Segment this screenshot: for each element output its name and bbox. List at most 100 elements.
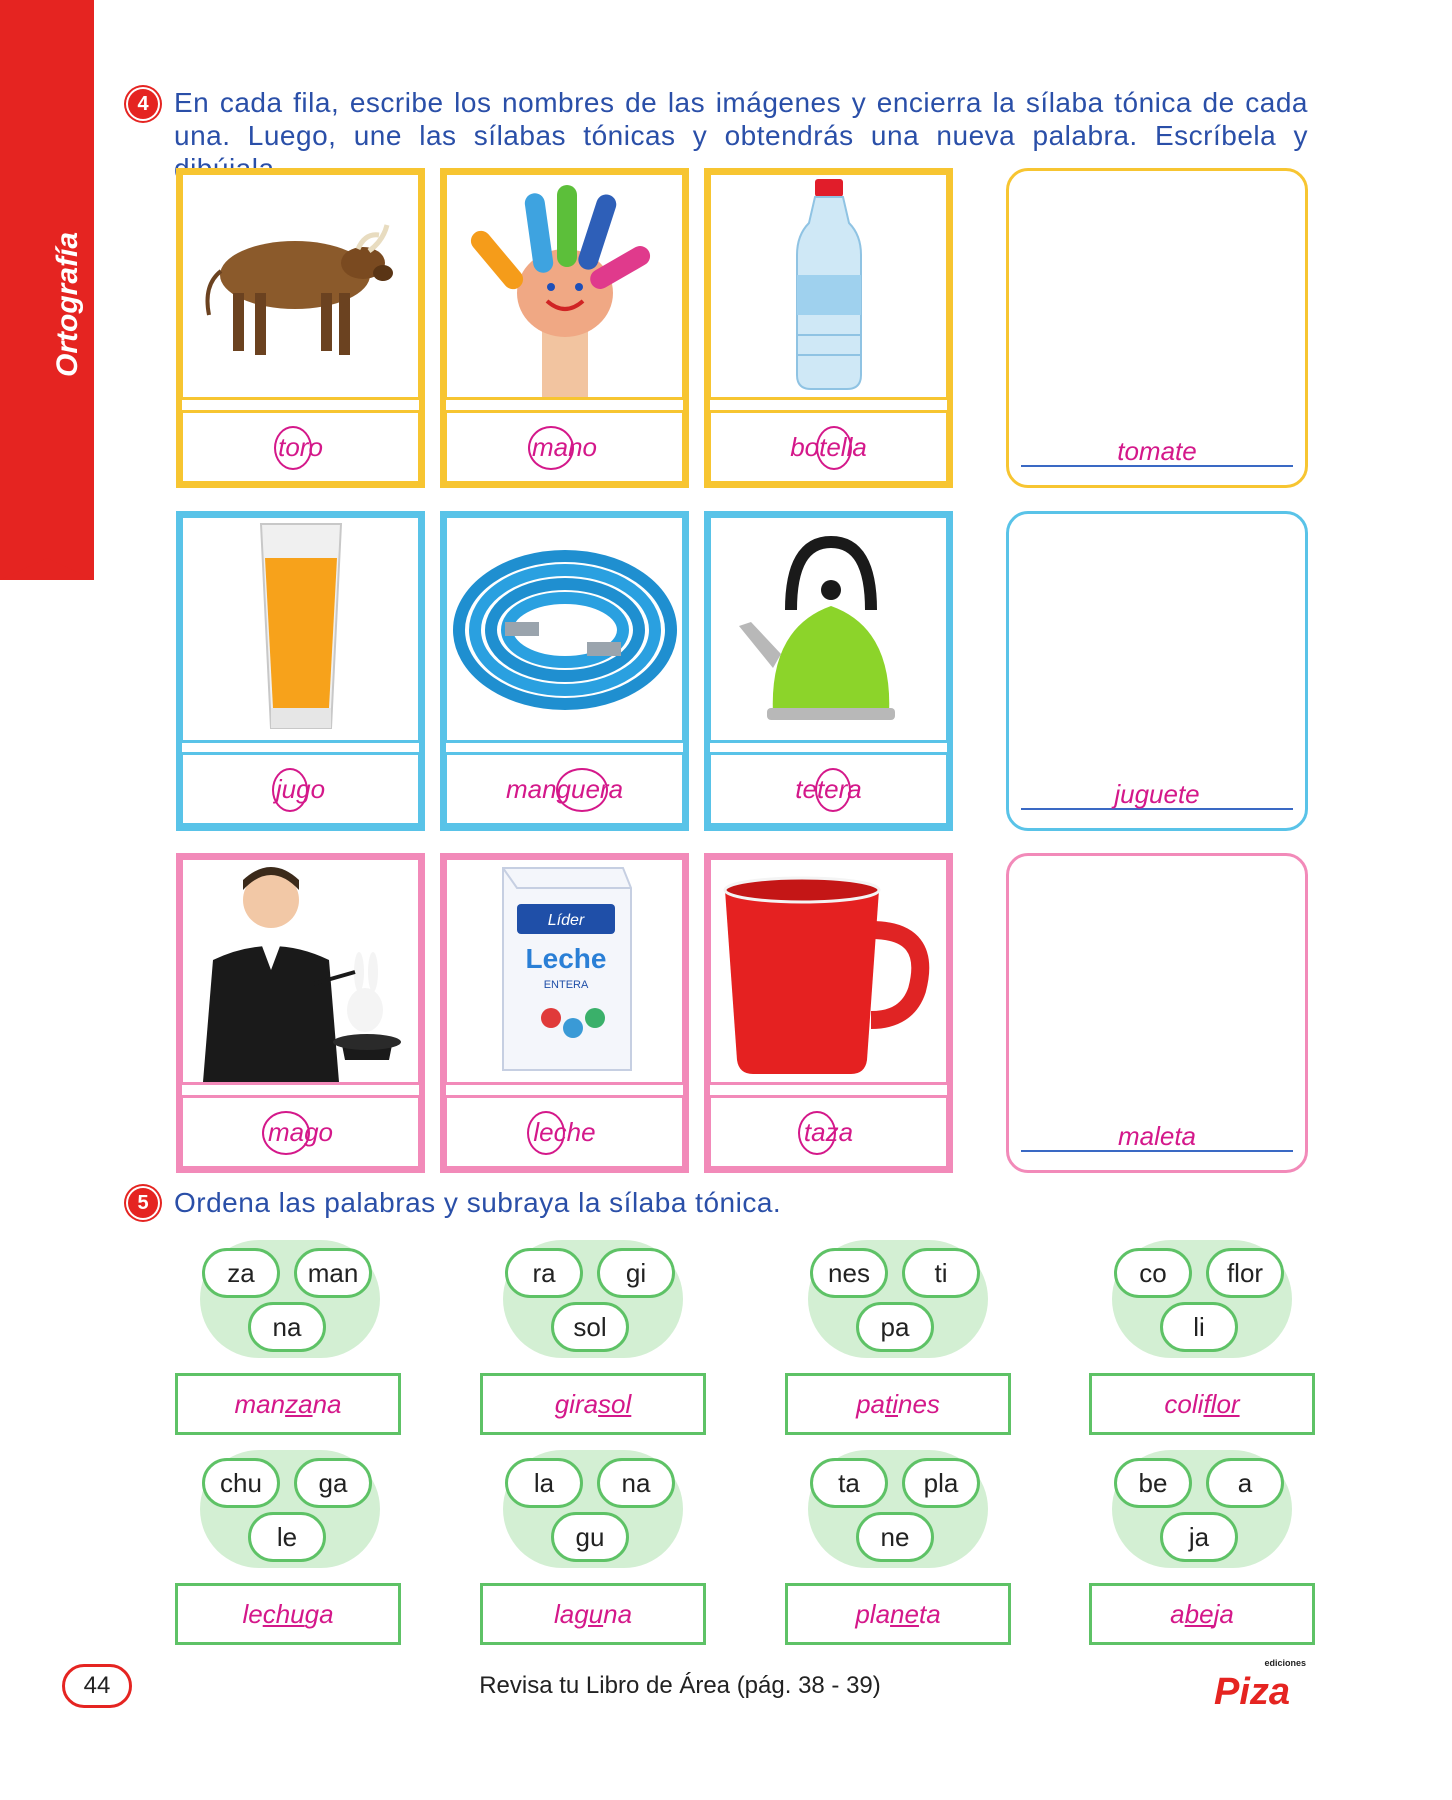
water-bottle-icon — [796, 179, 862, 390]
tonic-underline: gu — [574, 1598, 604, 1629]
syllable-cloud: gi — [597, 1248, 675, 1298]
word-box[interactable]: botella — [708, 410, 949, 484]
answer-box[interactable]: le chu ga — [175, 1583, 401, 1645]
word-box[interactable]: toro — [180, 410, 421, 484]
milk-label: Leche — [526, 943, 607, 974]
tonic-circle — [815, 767, 852, 812]
tonic-underline: sol — [598, 1388, 632, 1419]
new-word-answer: juguete — [1114, 779, 1200, 809]
side-tab-notch — [0, 540, 94, 580]
word-manguera: manguera — [506, 767, 623, 812]
syllable-cloud: be — [1114, 1458, 1192, 1508]
answer-box[interactable]: man za na — [175, 1373, 401, 1435]
answer-box[interactable]: a be ja — [1089, 1583, 1315, 1645]
syllable-cloud: na — [248, 1302, 326, 1352]
red-mug-icon — [723, 876, 930, 1074]
answer-box[interactable]: la gu na — [480, 1583, 706, 1645]
word-box[interactable]: taza — [708, 1095, 949, 1169]
syllable-cloud: gu — [551, 1512, 629, 1562]
word-box[interactable]: mano — [444, 410, 685, 484]
tonic-underline: ne — [890, 1598, 919, 1629]
word-toro: toro — [274, 425, 323, 470]
word-tetera: tetera — [795, 767, 862, 812]
logo-tagline: ediciones — [1264, 1658, 1306, 1668]
logo-wordmark: Piza — [1214, 1671, 1290, 1713]
syllable-cloud: li — [1160, 1302, 1238, 1352]
painted-hand-icon — [470, 185, 651, 397]
tonic-circle — [527, 1110, 566, 1155]
drawing-area[interactable]: juguete — [1006, 511, 1308, 831]
tonic-underline: ti — [885, 1388, 898, 1419]
syllable-cloud: ne — [856, 1512, 934, 1562]
syllable-cloud: le — [248, 1512, 326, 1562]
word-box[interactable]: jugo — [180, 752, 421, 826]
syllable-cloud: pla — [902, 1458, 980, 1508]
book-reference: Revisa tu Libro de Área (pág. 38 - 39) — [479, 1672, 881, 1699]
section-label: Ortografía — [51, 231, 84, 377]
drawing-area[interactable]: tomate — [1006, 168, 1308, 488]
syllable-cloud: la — [505, 1458, 583, 1508]
milk-sub: ENTERA — [544, 979, 589, 991]
tonic-circle — [261, 1110, 310, 1155]
hose-picture — [444, 515, 685, 743]
new-word-answer: maleta — [1117, 1121, 1197, 1151]
bull-picture — [180, 172, 421, 400]
milk-picture: Líder Leche ENTERA — [444, 857, 685, 1085]
tonic-circle — [274, 425, 313, 470]
tonic-underline: za — [285, 1388, 313, 1419]
magician-picture — [180, 857, 421, 1085]
exercise-5-number: 5 — [128, 1188, 158, 1218]
syllable-cloud: nes — [810, 1248, 888, 1298]
hand-picture — [444, 172, 685, 400]
page-number: 44 — [62, 1664, 132, 1708]
answer-box[interactable]: pa ti nes — [785, 1373, 1011, 1435]
syllable-cloud: sol — [551, 1302, 629, 1352]
word-botella: botella — [790, 425, 867, 470]
juice-glass-icon — [259, 523, 343, 729]
new-word-answer: tomate — [1117, 436, 1197, 466]
exercise-5-instruction: Ordena las palabras y subraya la sílaba … — [174, 1187, 782, 1218]
word-box[interactable]: leche — [444, 1095, 685, 1169]
answer-box[interactable]: coli flor — [1089, 1373, 1315, 1435]
word-box[interactable]: manguera — [444, 752, 685, 826]
tonic-circle — [816, 425, 853, 470]
bottle-picture — [708, 172, 949, 400]
answer-box[interactable]: pla ne ta — [785, 1583, 1011, 1645]
syllable-cloud: man — [294, 1248, 372, 1298]
word-box[interactable]: mago — [180, 1095, 421, 1169]
syllable-cloud: chu — [202, 1458, 280, 1508]
word-jugo: jugo — [271, 767, 325, 812]
answer-box[interactable]: gira sol — [480, 1373, 706, 1435]
syllable-cloud: ga — [294, 1458, 372, 1508]
word-mano: mano — [527, 425, 597, 470]
syllable-cloud: a — [1206, 1458, 1284, 1508]
bull-icon — [205, 224, 393, 355]
tonic-underline: be — [1184, 1598, 1214, 1629]
milk-carton-icon: Líder Leche ENTERA — [502, 867, 632, 1071]
syllable-cloud: flor — [1206, 1248, 1284, 1298]
mug-picture — [708, 857, 949, 1085]
tonic-circle — [527, 425, 574, 470]
juice-picture — [180, 515, 421, 743]
kettle-picture — [708, 515, 949, 743]
word-leche: leche — [527, 1110, 596, 1155]
milk-brand: Líder — [548, 912, 585, 929]
publisher-logo: ediciones Piza — [1214, 1658, 1306, 1713]
word-box[interactable]: tetera — [708, 752, 949, 826]
kettle-icon — [739, 535, 895, 720]
hose-icon — [453, 550, 677, 710]
tonic-circle — [271, 767, 308, 812]
syllable-cloud: ra — [505, 1248, 583, 1298]
exercise-4-number: 4 — [128, 89, 158, 119]
tonic-underline: chu — [262, 1598, 305, 1629]
drawing-area[interactable]: maleta — [1006, 853, 1308, 1173]
magician-icon — [203, 867, 401, 1082]
tonic-underline: flor — [1203, 1388, 1240, 1419]
syllable-cloud: na — [597, 1458, 675, 1508]
syllable-cloud: pa — [856, 1302, 934, 1352]
syllable-cloud: ja — [1160, 1512, 1238, 1562]
tonic-circle — [797, 1110, 836, 1155]
tonic-circle — [555, 767, 608, 812]
syllable-cloud: za — [202, 1248, 280, 1298]
word-taza: taza — [797, 1110, 853, 1155]
